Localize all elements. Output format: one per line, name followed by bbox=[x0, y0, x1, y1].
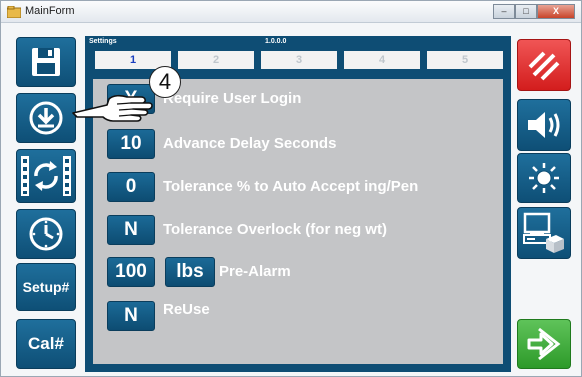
stop-button[interactable] bbox=[517, 39, 571, 91]
tolerance-overlock-label: Tolerance Overlock (for neg wt) bbox=[163, 221, 387, 238]
exit-icon bbox=[527, 327, 561, 361]
save-button[interactable] bbox=[16, 37, 76, 87]
exit-button[interactable] bbox=[517, 319, 571, 369]
tab-4[interactable]: 4 bbox=[344, 51, 420, 69]
advance-delay-label: Advance Delay Seconds bbox=[163, 135, 337, 152]
title-bar: MainForm – □ X bbox=[1, 1, 581, 23]
tab-3[interactable]: 3 bbox=[261, 51, 337, 69]
pre-alarm-value-button[interactable]: 100 bbox=[107, 257, 155, 287]
minimize-button[interactable]: – bbox=[493, 4, 515, 19]
brightness-button[interactable] bbox=[517, 153, 571, 203]
pre-alarm-unit-button[interactable]: lbs bbox=[165, 257, 215, 287]
clock-icon bbox=[29, 217, 63, 251]
panel-header: Settings 1.0.0.0 bbox=[85, 36, 511, 49]
setup-button[interactable]: Setup# bbox=[16, 263, 76, 311]
version-label: 1.0.0.0 bbox=[265, 38, 287, 45]
stop-icon bbox=[528, 51, 560, 81]
advance-delay-value-button[interactable]: 10 bbox=[107, 129, 155, 159]
window-title: MainForm bbox=[25, 5, 75, 17]
pre-alarm-label: Pre-Alarm bbox=[219, 263, 291, 280]
tolerance-overlock-value-button[interactable]: N bbox=[107, 215, 155, 245]
cal-label: Cal# bbox=[28, 334, 64, 353]
app-icon bbox=[7, 6, 21, 18]
sync-icon bbox=[21, 156, 71, 196]
main-window: MainForm – □ X Setup# Cal# Settings 1.0.… bbox=[0, 0, 582, 377]
brightness-icon bbox=[529, 163, 559, 193]
maximize-button[interactable]: □ bbox=[515, 4, 537, 19]
require-login-label: Require User Login bbox=[163, 90, 302, 107]
sync-button[interactable] bbox=[16, 149, 76, 203]
tab-5[interactable]: 5 bbox=[427, 51, 503, 69]
computer-printer-button[interactable] bbox=[517, 207, 571, 259]
cal-button[interactable]: Cal# bbox=[16, 319, 76, 369]
setup-label: Setup# bbox=[22, 279, 70, 295]
panel-title: Settings bbox=[89, 38, 117, 45]
download-icon bbox=[29, 101, 63, 135]
close-button[interactable]: X bbox=[537, 4, 575, 19]
callout-number: 4 bbox=[149, 66, 181, 98]
reuse-label: ReUse bbox=[163, 301, 210, 318]
tolerance-accept-value-button[interactable]: 0 bbox=[107, 172, 155, 202]
speaker-button[interactable] bbox=[517, 99, 571, 151]
clock-button[interactable] bbox=[16, 209, 76, 259]
tab-2[interactable]: 2 bbox=[178, 51, 254, 69]
save-icon bbox=[32, 48, 60, 76]
tab-strip: 1 2 3 4 5 bbox=[95, 51, 503, 69]
reuse-value-button[interactable]: N bbox=[107, 301, 155, 331]
download-button[interactable] bbox=[16, 93, 76, 143]
computer-printer-icon bbox=[523, 212, 564, 253]
pointing-hand-icon bbox=[72, 94, 153, 122]
speaker-icon bbox=[528, 112, 560, 138]
tolerance-accept-label: Tolerance % to Auto Accept ing/Pen bbox=[163, 178, 419, 195]
